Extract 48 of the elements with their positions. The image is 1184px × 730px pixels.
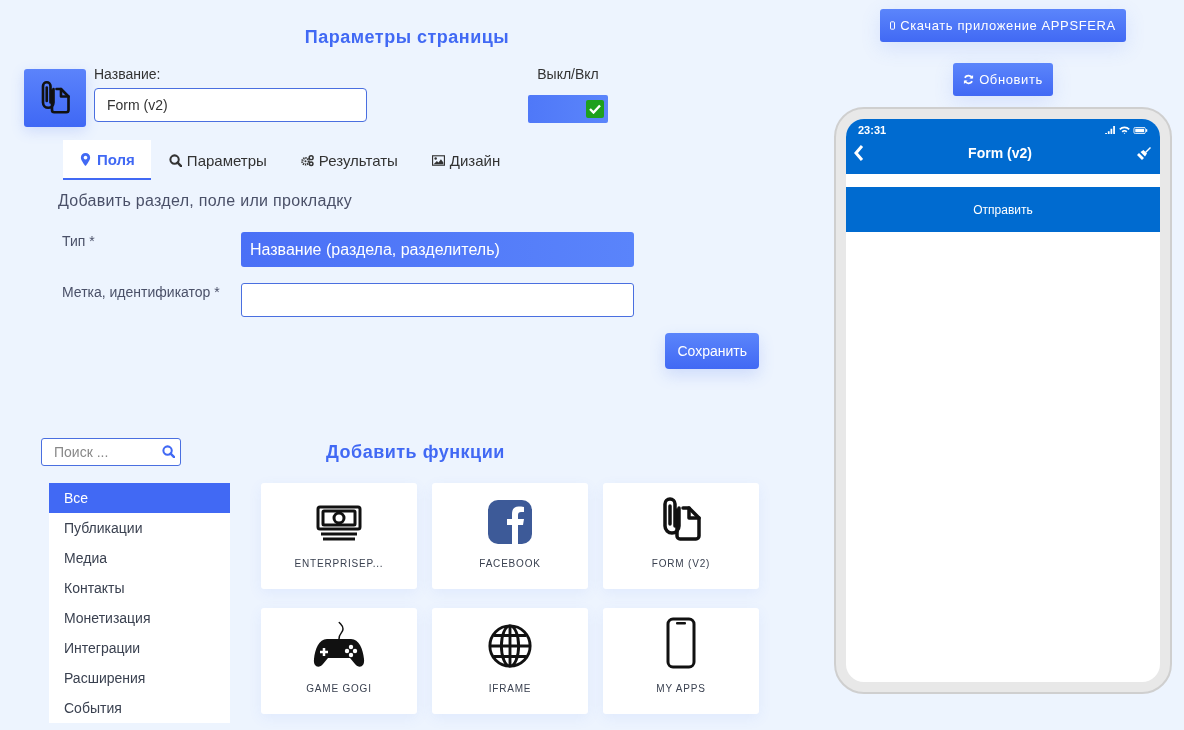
download-app-button[interactable]: Скачать приложение APPSFERA xyxy=(880,9,1126,42)
refresh-button[interactable]: Обновить xyxy=(953,63,1053,96)
tab[interactable]: Параметры xyxy=(152,140,283,180)
tab[interactable]: Результаты xyxy=(284,140,414,180)
signal-icon xyxy=(1105,126,1116,134)
clip-document-icon xyxy=(661,496,701,544)
name-input[interactable]: Form (v2) xyxy=(94,88,367,122)
submit-button[interactable]: Отправить xyxy=(846,187,1160,232)
facebook-logo-icon xyxy=(488,500,532,544)
image-icon xyxy=(431,153,445,167)
label-input[interactable] xyxy=(241,283,634,317)
function-card[interactable]: ENTERPRISEP... xyxy=(261,483,417,589)
field-label: Метка, идентификатор * xyxy=(62,283,221,302)
checkmark-icon xyxy=(589,104,601,114)
tab[interactable]: Поля xyxy=(63,140,151,180)
page-settings-title: Параметры страницы xyxy=(303,27,511,48)
map-pin-icon xyxy=(79,152,92,166)
field-label: Тип * xyxy=(62,232,96,251)
function-card[interactable]: IFRAME xyxy=(432,608,588,714)
tab[interactable]: Дизайн xyxy=(415,140,517,180)
gears-icon xyxy=(300,153,314,167)
function-card[interactable]: FORM (V2) xyxy=(603,483,759,589)
app-screen-title: Form (v2) xyxy=(968,145,1032,161)
toggle-label: Выкл/Вкл xyxy=(537,66,599,82)
function-card[interactable]: FACEBOOK xyxy=(432,483,588,589)
form-heading: Добавить раздел, поле или прокладку xyxy=(58,192,354,210)
status-time: 23:31 xyxy=(858,124,887,136)
search-field[interactable]: Поиск ... xyxy=(41,438,181,466)
save-button[interactable]: Сохранить xyxy=(665,333,759,369)
wifi-icon xyxy=(1119,126,1130,134)
refresh-icon xyxy=(963,74,975,85)
paintbrush-icon xyxy=(1136,145,1152,161)
search-icon xyxy=(168,153,182,167)
type-select[interactable]: Название (раздела, разделитель) xyxy=(241,232,634,267)
battery-icon xyxy=(1133,126,1148,134)
clip-document-icon xyxy=(40,79,70,117)
globe-icon xyxy=(487,623,533,669)
on-off-toggle[interactable] xyxy=(528,95,608,123)
function-card[interactable]: GAME GOGI xyxy=(261,608,417,714)
name-label: Название: xyxy=(94,66,162,82)
gamepad-icon xyxy=(313,621,365,669)
back-chevron-icon xyxy=(854,144,864,162)
search-icon xyxy=(162,445,175,458)
smartphone-icon xyxy=(666,617,696,669)
banknote-icon xyxy=(315,504,363,544)
function-card[interactable]: MY APPS xyxy=(603,608,759,714)
smartphone-icon xyxy=(890,21,896,30)
functions-title: Добавить функции xyxy=(326,441,505,463)
